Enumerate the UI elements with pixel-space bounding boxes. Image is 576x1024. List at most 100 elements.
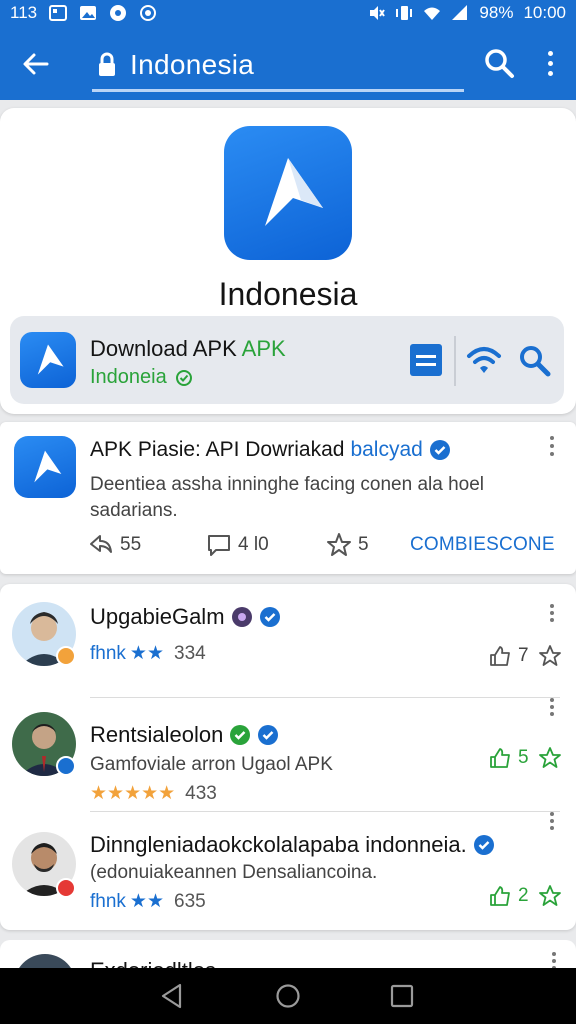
app-logo-icon — [224, 126, 352, 260]
user-meta-count: 334 — [174, 642, 206, 664]
user-meta-prefix: fhnk — [90, 642, 126, 664]
star-count: 5 — [358, 534, 369, 555]
mute-icon — [367, 4, 386, 22]
game-icon — [231, 607, 252, 627]
post-title: APK Piasie: API Dowriakad balcyad — [90, 438, 451, 462]
green-check-icon — [230, 725, 251, 745]
star-outline-icon[interactable] — [538, 746, 562, 770]
user-meta-count: 433 — [185, 782, 217, 804]
like-action[interactable]: 7 — [488, 644, 529, 668]
battery-percent: 98% — [479, 3, 514, 22]
address-bar[interactable]: Indonesia — [92, 40, 464, 92]
thumbs-up-icon — [490, 748, 510, 768]
post-app-logo-icon — [14, 436, 76, 498]
chat-notification-icon — [109, 4, 127, 22]
post-card[interactable]: APK Piasie: API Dowriakad balcyad Deenti… — [0, 422, 576, 574]
back-nav-icon[interactable] — [158, 982, 186, 1010]
star-outline-icon[interactable] — [538, 644, 562, 668]
app-logo-small-icon — [20, 332, 76, 388]
rating-stars: ★★ — [129, 891, 164, 912]
status-badge — [56, 756, 76, 776]
user-subtitle: Gamfoviale arron Ugaol APK — [90, 754, 333, 775]
more-vert-icon[interactable] — [546, 604, 558, 622]
comment-icon — [90, 535, 112, 553]
status-badge — [56, 646, 76, 666]
verified-badge-icon — [473, 835, 494, 855]
reply-action[interactable]: 4 l0 — [206, 532, 269, 558]
comment-action[interactable]: 55 — [88, 532, 141, 558]
like-count: 7 — [518, 645, 529, 666]
star-outline-icon[interactable] — [538, 884, 562, 908]
like-action[interactable]: 5 — [488, 746, 529, 770]
verified-badge-icon — [259, 607, 280, 627]
thumbs-up-icon — [490, 646, 510, 666]
image-notification-icon — [49, 4, 68, 22]
user-name: Rentsialeolon — [90, 722, 279, 748]
more-vert-icon[interactable] — [544, 436, 560, 462]
verified-badge-icon — [429, 440, 450, 460]
user-meta: fhnk ★★ 635 — [90, 890, 206, 913]
user-name: Dinngleniadaokckolalapaba indonneia. — [90, 832, 495, 858]
like-action[interactable]: 2 — [488, 884, 529, 908]
star-action[interactable]: 5 — [326, 532, 369, 558]
back-arrow-icon[interactable] — [20, 48, 52, 80]
post-action-link[interactable]: COMBIESCONE — [410, 534, 555, 556]
more-vert-icon[interactable] — [546, 698, 558, 716]
signal-icon — [451, 4, 469, 22]
download-title: Download APK APK — [90, 336, 286, 362]
post-description: Deentiea assha inninghe facing conen ala… — [90, 474, 485, 521]
download-title-accent: APK — [241, 336, 286, 361]
more-vert-icon[interactable] — [546, 812, 558, 830]
post-title-text: APK Piasie: API Dowriakad — [90, 438, 345, 461]
user-name-text: Rentsialeolon — [90, 722, 224, 747]
system-nav-bar — [0, 968, 576, 1024]
like-count: 2 — [518, 885, 529, 906]
like-count: 5 — [518, 747, 529, 768]
app-hero-card: Indonesia Download APK APK Indoneia — [0, 108, 576, 414]
user-meta: fhnk ★★ 334 — [90, 642, 206, 665]
vibrate-icon — [395, 4, 413, 22]
download-bar[interactable]: Download APK APK Indoneia — [10, 316, 564, 404]
status-text: 113 — [10, 3, 38, 22]
search-icon[interactable] — [516, 342, 552, 378]
status-bar: 113 98% 10:00 — [0, 0, 576, 26]
clock: 10:00 — [523, 3, 566, 22]
list-item[interactable]: UpgabieGalm fhnk ★★ 334 7 — [0, 584, 576, 698]
recents-nav-icon[interactable] — [388, 982, 416, 1010]
user-name-text: UpgabieGalm — [90, 604, 225, 629]
reply-count: 4 l0 — [238, 534, 269, 555]
wifi-icon — [423, 4, 441, 22]
address-text: Indonesia — [130, 48, 255, 80]
post-title-accent: balcyad — [350, 438, 423, 461]
lock-icon — [99, 52, 115, 76]
app-title: Indonesia — [218, 276, 358, 312]
user-meta: ★★★★★ 433 — [90, 782, 217, 805]
app-bar: Indonesia — [0, 26, 576, 100]
list-menu-icon[interactable] — [410, 344, 442, 376]
rating-stars: ★★★★★ — [90, 783, 176, 804]
star-outline-icon — [327, 533, 351, 556]
rating-stars: ★★ — [129, 643, 164, 664]
download-title-text: Download APK — [90, 336, 237, 361]
user-subtitle: (edonuiakeannen Densaliancoina. — [90, 862, 378, 883]
download-subtitle-text: Indoneia — [90, 366, 167, 388]
sync-notification-icon — [139, 4, 157, 22]
status-badge — [56, 878, 76, 898]
verified-badge-icon — [258, 725, 279, 745]
verified-check-icon — [175, 369, 192, 386]
more-vert-icon[interactable] — [536, 46, 564, 80]
home-nav-icon[interactable] — [274, 982, 302, 1010]
comment-count: 55 — [120, 534, 142, 555]
wifi-icon[interactable] — [466, 342, 502, 378]
divider — [454, 336, 456, 386]
post-actions: 55 4 l0 5 COMBIESCONE — [88, 532, 558, 560]
search-icon[interactable] — [482, 46, 516, 80]
list-item[interactable]: Dinngleniadaokckolalapaba indonneia. (ed… — [0, 812, 576, 930]
user-name-text: Dinngleniadaokckolalapaba indonneia. — [90, 832, 467, 857]
user-list-card: UpgabieGalm fhnk ★★ 334 7 Rentsialeolon … — [0, 584, 576, 930]
user-meta-prefix: fhnk — [90, 890, 126, 912]
chat-bubble-icon — [208, 535, 230, 556]
user-meta-count: 635 — [174, 890, 206, 912]
list-item[interactable]: Rentsialeolon Gamfoviale arron Ugaol APK… — [0, 698, 576, 812]
thumbs-up-icon — [490, 886, 510, 906]
